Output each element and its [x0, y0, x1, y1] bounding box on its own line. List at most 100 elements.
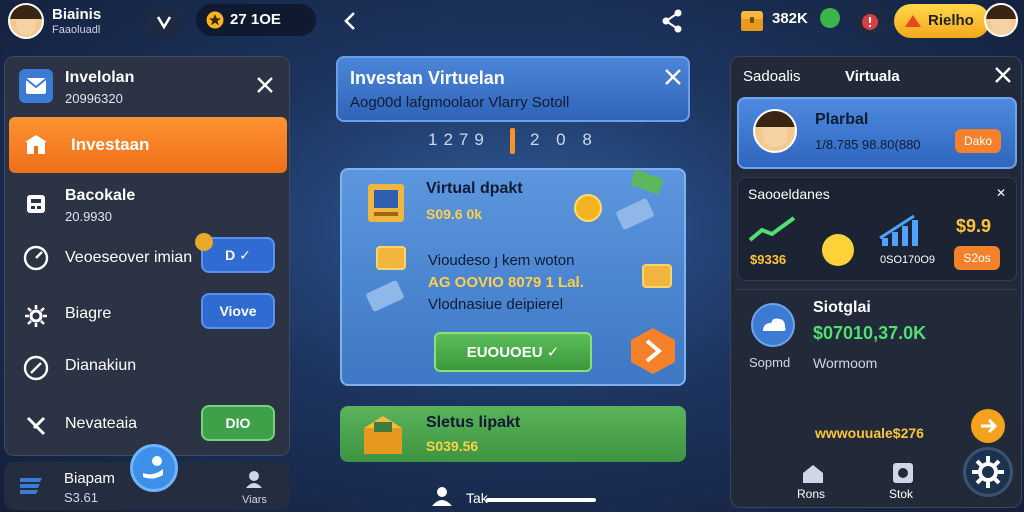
star-coin-icon	[206, 11, 224, 34]
card-title: Virtual dpakt	[426, 180, 523, 197]
menu-item-4[interactable]: Dianakiun	[5, 351, 291, 407]
user-avatar[interactable]	[8, 3, 44, 39]
right-close-icon[interactable]	[993, 65, 1013, 90]
coin-counter[interactable]: 27 1OE	[196, 4, 316, 36]
stats-section: Saooeldanes ✕ $9336 0SO170O9 $9.9 S2os	[737, 177, 1017, 281]
menu-item-3-button[interactable]: Viove	[201, 293, 275, 329]
share-icon[interactable]	[340, 9, 362, 38]
top-bar: Biainis Faaoluadl 27 1OE 382K Rielho	[0, 0, 1024, 44]
left-panel: Invelolan 20996320 Investaan Bacokale 20…	[4, 56, 290, 456]
left-header-title: Invelolan	[65, 69, 135, 86]
status-bar[interactable]: Sletus lipakt S039.56	[340, 406, 686, 462]
share-icon-right[interactable]	[660, 8, 684, 39]
menu-item-2[interactable]: Veoeseover imian D ✓	[5, 233, 291, 297]
menu-item-5-button[interactable]: DIO	[201, 405, 275, 441]
nav-2[interactable]: Stok	[889, 487, 913, 501]
username: Biainis	[52, 6, 102, 23]
stat3-value: $9.9	[956, 216, 991, 237]
profile-sub: 1/8.785 98.80(880	[815, 137, 921, 152]
sig-amount: $07010,37.0K	[813, 323, 927, 343]
menu-item-1-sub: 20.9930	[65, 209, 112, 224]
card-amount: S09.6 0k	[426, 206, 483, 222]
stock-nav-icon[interactable]	[891, 461, 915, 490]
card-line-2: AG OOVIO 8079 1 Lal.	[428, 274, 584, 291]
speed-icon	[19, 351, 53, 385]
cloud-icon	[751, 303, 795, 347]
menu-item-1[interactable]: Bacokale 20.9930	[5, 183, 291, 239]
coin-bird-icon	[822, 234, 854, 266]
alert-icon[interactable]	[852, 4, 888, 40]
gear-icon[interactable]	[963, 447, 1013, 497]
right-tab-2[interactable]: Virtuala	[845, 68, 900, 85]
divider	[737, 289, 1017, 290]
stat3-text: $9.9	[956, 216, 992, 236]
menu-item-1-label: Bacokale	[65, 187, 136, 204]
menu-item-active[interactable]: Investaan	[9, 117, 287, 173]
calculator-icon	[19, 187, 53, 221]
treasure-chest-icon[interactable]	[738, 6, 766, 39]
profile-card[interactable]: Plarbal 1/8.785 98.80(880 Dako	[737, 97, 1017, 169]
menu-item-active-label: Investaan	[71, 135, 150, 154]
nav-1[interactable]: Rons	[797, 487, 825, 501]
green-badge-icon	[820, 8, 840, 28]
status-amount: S039.56	[426, 438, 479, 454]
right-panel: Sadoalis Virtuala Plarbal 1/8.785 98.80(…	[730, 56, 1022, 508]
menu-item-3[interactable]: Biagre Viove	[5, 293, 291, 355]
promo-arrow-icon[interactable]	[971, 409, 1005, 443]
gear-small-icon	[19, 299, 53, 333]
bank-icon	[19, 128, 53, 162]
promo-text: wwwouuale$276	[815, 425, 924, 441]
bottom-label: Tak	[466, 490, 488, 506]
menu-item-3-label: Biagre	[65, 305, 112, 322]
left-header: Invelolan 20996320	[5, 61, 291, 117]
stat1-value: $9336	[750, 252, 787, 267]
left-bottom-tab[interactable]: Biapam S3.61 Viars	[4, 444, 290, 510]
stat3-button[interactable]: S2os	[954, 246, 1000, 270]
chest-icon	[358, 410, 408, 465]
card-line-3: Vlodnasiue deipierel	[428, 296, 564, 313]
coin-icon	[574, 194, 602, 222]
center-header: Investan Virtuelan Aog00d lafgmoolaor Vl…	[336, 56, 690, 122]
bottom-tab-sub: S3.61	[64, 490, 98, 505]
right-amount: 382K	[772, 10, 808, 27]
card-icon	[615, 197, 655, 231]
tools-icon	[19, 409, 53, 443]
center-title: Investan Virtuelan	[350, 68, 505, 88]
profile-avatar[interactable]	[984, 3, 1018, 37]
gauge-icon	[19, 241, 53, 275]
chart-icon	[748, 214, 798, 249]
v-icon[interactable]	[146, 4, 182, 40]
coin-badge-icon	[195, 233, 213, 251]
profile-title: Plarbal	[815, 111, 869, 128]
gold-bar-icon	[376, 246, 406, 270]
cash-icon	[630, 169, 664, 195]
hand-coin-icon[interactable]	[130, 444, 178, 492]
bottom-tab-right: Viars	[242, 494, 267, 506]
menu-item-2-label: Veoeseover imian	[65, 249, 193, 266]
card-confirm-button[interactable]: EUOUOEU ✓	[434, 332, 592, 372]
stat2-label: 0SO170O9	[880, 254, 936, 266]
cta-button[interactable]: Rielho	[894, 4, 990, 38]
wallet-icon	[18, 474, 46, 503]
stats-right: 2 0 8	[530, 130, 598, 149]
close-icon[interactable]	[255, 75, 275, 100]
gold-bar-icon-2	[642, 264, 672, 288]
status-title: Sletus lipakt	[426, 414, 521, 431]
bottom-tab-title: Biapam	[64, 470, 115, 487]
flame-icon	[904, 13, 922, 34]
stats-left: 1279	[428, 130, 490, 149]
bar-chart-icon	[878, 212, 938, 253]
right-tab-1[interactable]: Sadoalis	[743, 68, 801, 85]
profile-card-avatar	[753, 109, 797, 153]
section-close-icon[interactable]: ✕	[996, 186, 1006, 200]
card-line-1: Vioudeso ȷ kem woton	[428, 252, 575, 269]
sig-left: Sopmd	[749, 355, 791, 370]
center-subtitle: Aog00d lafgmoolaor Vlarry Sotoll	[350, 94, 570, 111]
home-nav-icon[interactable]	[801, 463, 825, 490]
menu-item-5-label: Nevateaia	[65, 415, 138, 432]
profile-button[interactable]: Dako	[955, 129, 1001, 153]
mail-icon	[19, 69, 53, 103]
arrow-next-icon[interactable]	[628, 326, 678, 381]
center-close-icon[interactable]	[664, 68, 682, 91]
home-indicator	[486, 498, 596, 502]
